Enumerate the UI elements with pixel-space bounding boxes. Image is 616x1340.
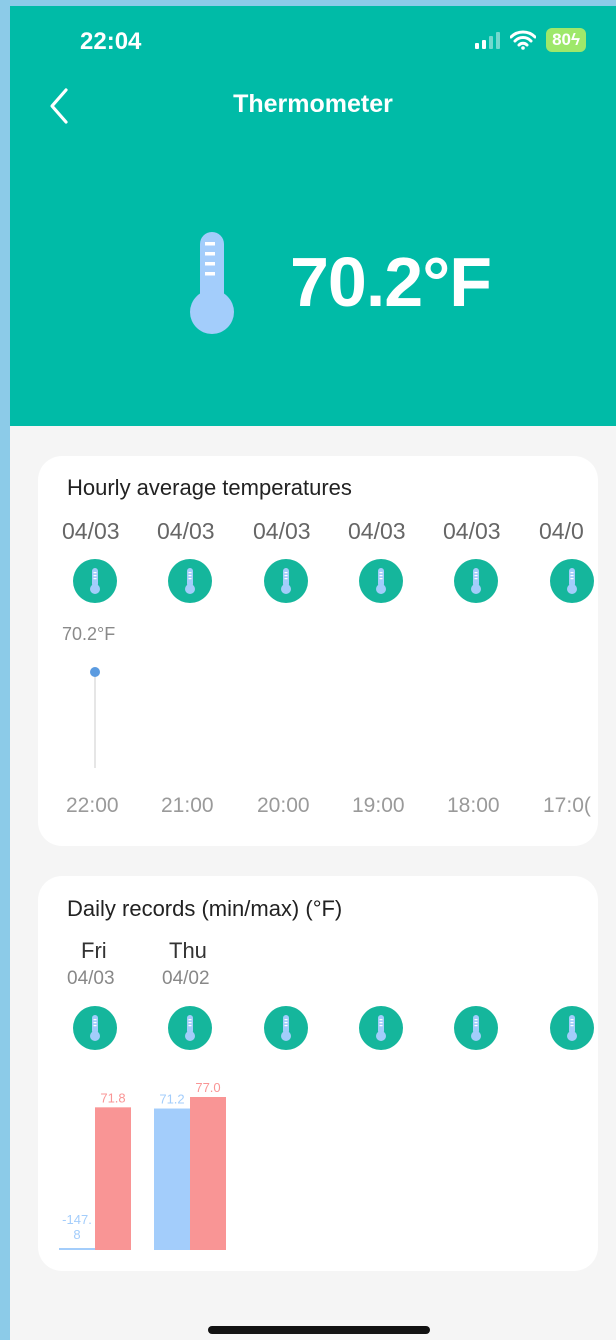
home-indicator[interactable] — [208, 1326, 430, 1334]
wifi-icon — [510, 30, 537, 50]
header: 22:04 80ϟ Thermometer 70.2°F — [10, 6, 616, 426]
thermometer-icon-circle[interactable] — [168, 1006, 212, 1050]
min-value-label: 71.2 — [159, 1092, 184, 1107]
thermometer-icon — [185, 568, 195, 594]
thermometer-icon-circle[interactable] — [168, 559, 212, 603]
status-icons: 80ϟ — [475, 28, 586, 52]
thermometer-icon — [471, 1015, 481, 1041]
charging-icon: ϟ — [571, 30, 580, 49]
thermometer-icon-circle[interactable] — [550, 1006, 594, 1050]
hourly-time-label: 19:00 — [352, 794, 405, 817]
hourly-time-label: 20:00 — [257, 794, 310, 817]
hourly-date-label: 04/03 — [443, 518, 501, 544]
thermometer-icon — [376, 568, 386, 594]
daily-day-label: Fri — [81, 938, 107, 963]
hourly-time-label: 22:00 — [66, 794, 119, 817]
thermometer-icon-circle[interactable] — [264, 559, 308, 603]
status-time: 22:04 — [80, 28, 142, 55]
page-title: Thermometer — [233, 90, 393, 118]
thermometer-icon — [376, 1015, 386, 1041]
hourly-date-label: 04/0 — [539, 518, 584, 544]
thermometer-icon-circle[interactable] — [550, 559, 594, 603]
thermometer-icon-circle[interactable] — [264, 1006, 308, 1050]
thermometer-icon-circle[interactable] — [454, 559, 498, 603]
hourly-time-label: 17:0( — [543, 794, 591, 817]
battery-level: 80 — [552, 30, 571, 49]
thermometer-icon-circle[interactable] — [359, 559, 403, 603]
min-bar[interactable] — [59, 1248, 95, 1250]
daily-date-label: 04/02 — [162, 968, 210, 989]
thermometer-icon-circle[interactable] — [454, 1006, 498, 1050]
daily-bar-chart: 71.8 -147. 8 77.0 71.2 — [59, 1080, 226, 1250]
max-value-label: 77.0 — [195, 1080, 220, 1095]
thermometer-icon — [190, 232, 234, 334]
signal-icon — [475, 31, 501, 49]
thermometer-icon — [567, 1015, 577, 1041]
daily-title: Daily records (min/max) (°F) — [67, 896, 343, 921]
daily-day-label: Thu — [169, 938, 207, 963]
hourly-date-label: 04/03 — [253, 518, 311, 544]
thermometer-icon — [90, 1015, 100, 1041]
hourly-line-chart — [90, 667, 100, 768]
thermometer-icon-circle[interactable] — [73, 559, 117, 603]
thermometer-icon — [281, 1015, 291, 1041]
thermometer-icon-circle[interactable] — [73, 1006, 117, 1050]
max-bar[interactable] — [95, 1107, 131, 1250]
hourly-title: Hourly average temperatures — [67, 475, 352, 500]
max-value-label: 71.8 — [100, 1090, 125, 1105]
daily-date-label: 04/03 — [67, 968, 115, 989]
min-value-label: -147. 8 — [62, 1212, 92, 1242]
hourly-date-label: 04/03 — [62, 518, 120, 544]
current-temperature: 70.2°F — [290, 243, 492, 321]
thermometer-icon — [90, 568, 100, 594]
hourly-time-label: 18:00 — [447, 794, 500, 817]
min-bar[interactable] — [154, 1108, 190, 1250]
hourly-card: Hourly average temperatures 04/03 04/03 04… — [38, 456, 598, 846]
hourly-date-label: 04/03 — [348, 518, 406, 544]
thermometer-icon — [567, 568, 577, 594]
battery-indicator: 80ϟ — [546, 28, 586, 52]
thermometer-icon-circle[interactable] — [359, 1006, 403, 1050]
hourly-data-point[interactable] — [90, 667, 100, 677]
thermometer-screen: 22:04 80ϟ Thermometer 70.2°F Hourly aver… — [10, 6, 616, 1340]
thermometer-icon — [281, 568, 291, 594]
max-bar[interactable] — [190, 1097, 226, 1250]
thermometer-icon — [471, 568, 481, 594]
hourly-value-label: 70.2°F — [62, 624, 116, 644]
hourly-date-label: 04/03 — [157, 518, 215, 544]
hourly-time-label: 21:00 — [161, 794, 214, 817]
daily-card: Daily records (min/max) (°F) Fri 04/03 Thu… — [38, 876, 598, 1271]
thermometer-icon — [185, 1015, 195, 1041]
